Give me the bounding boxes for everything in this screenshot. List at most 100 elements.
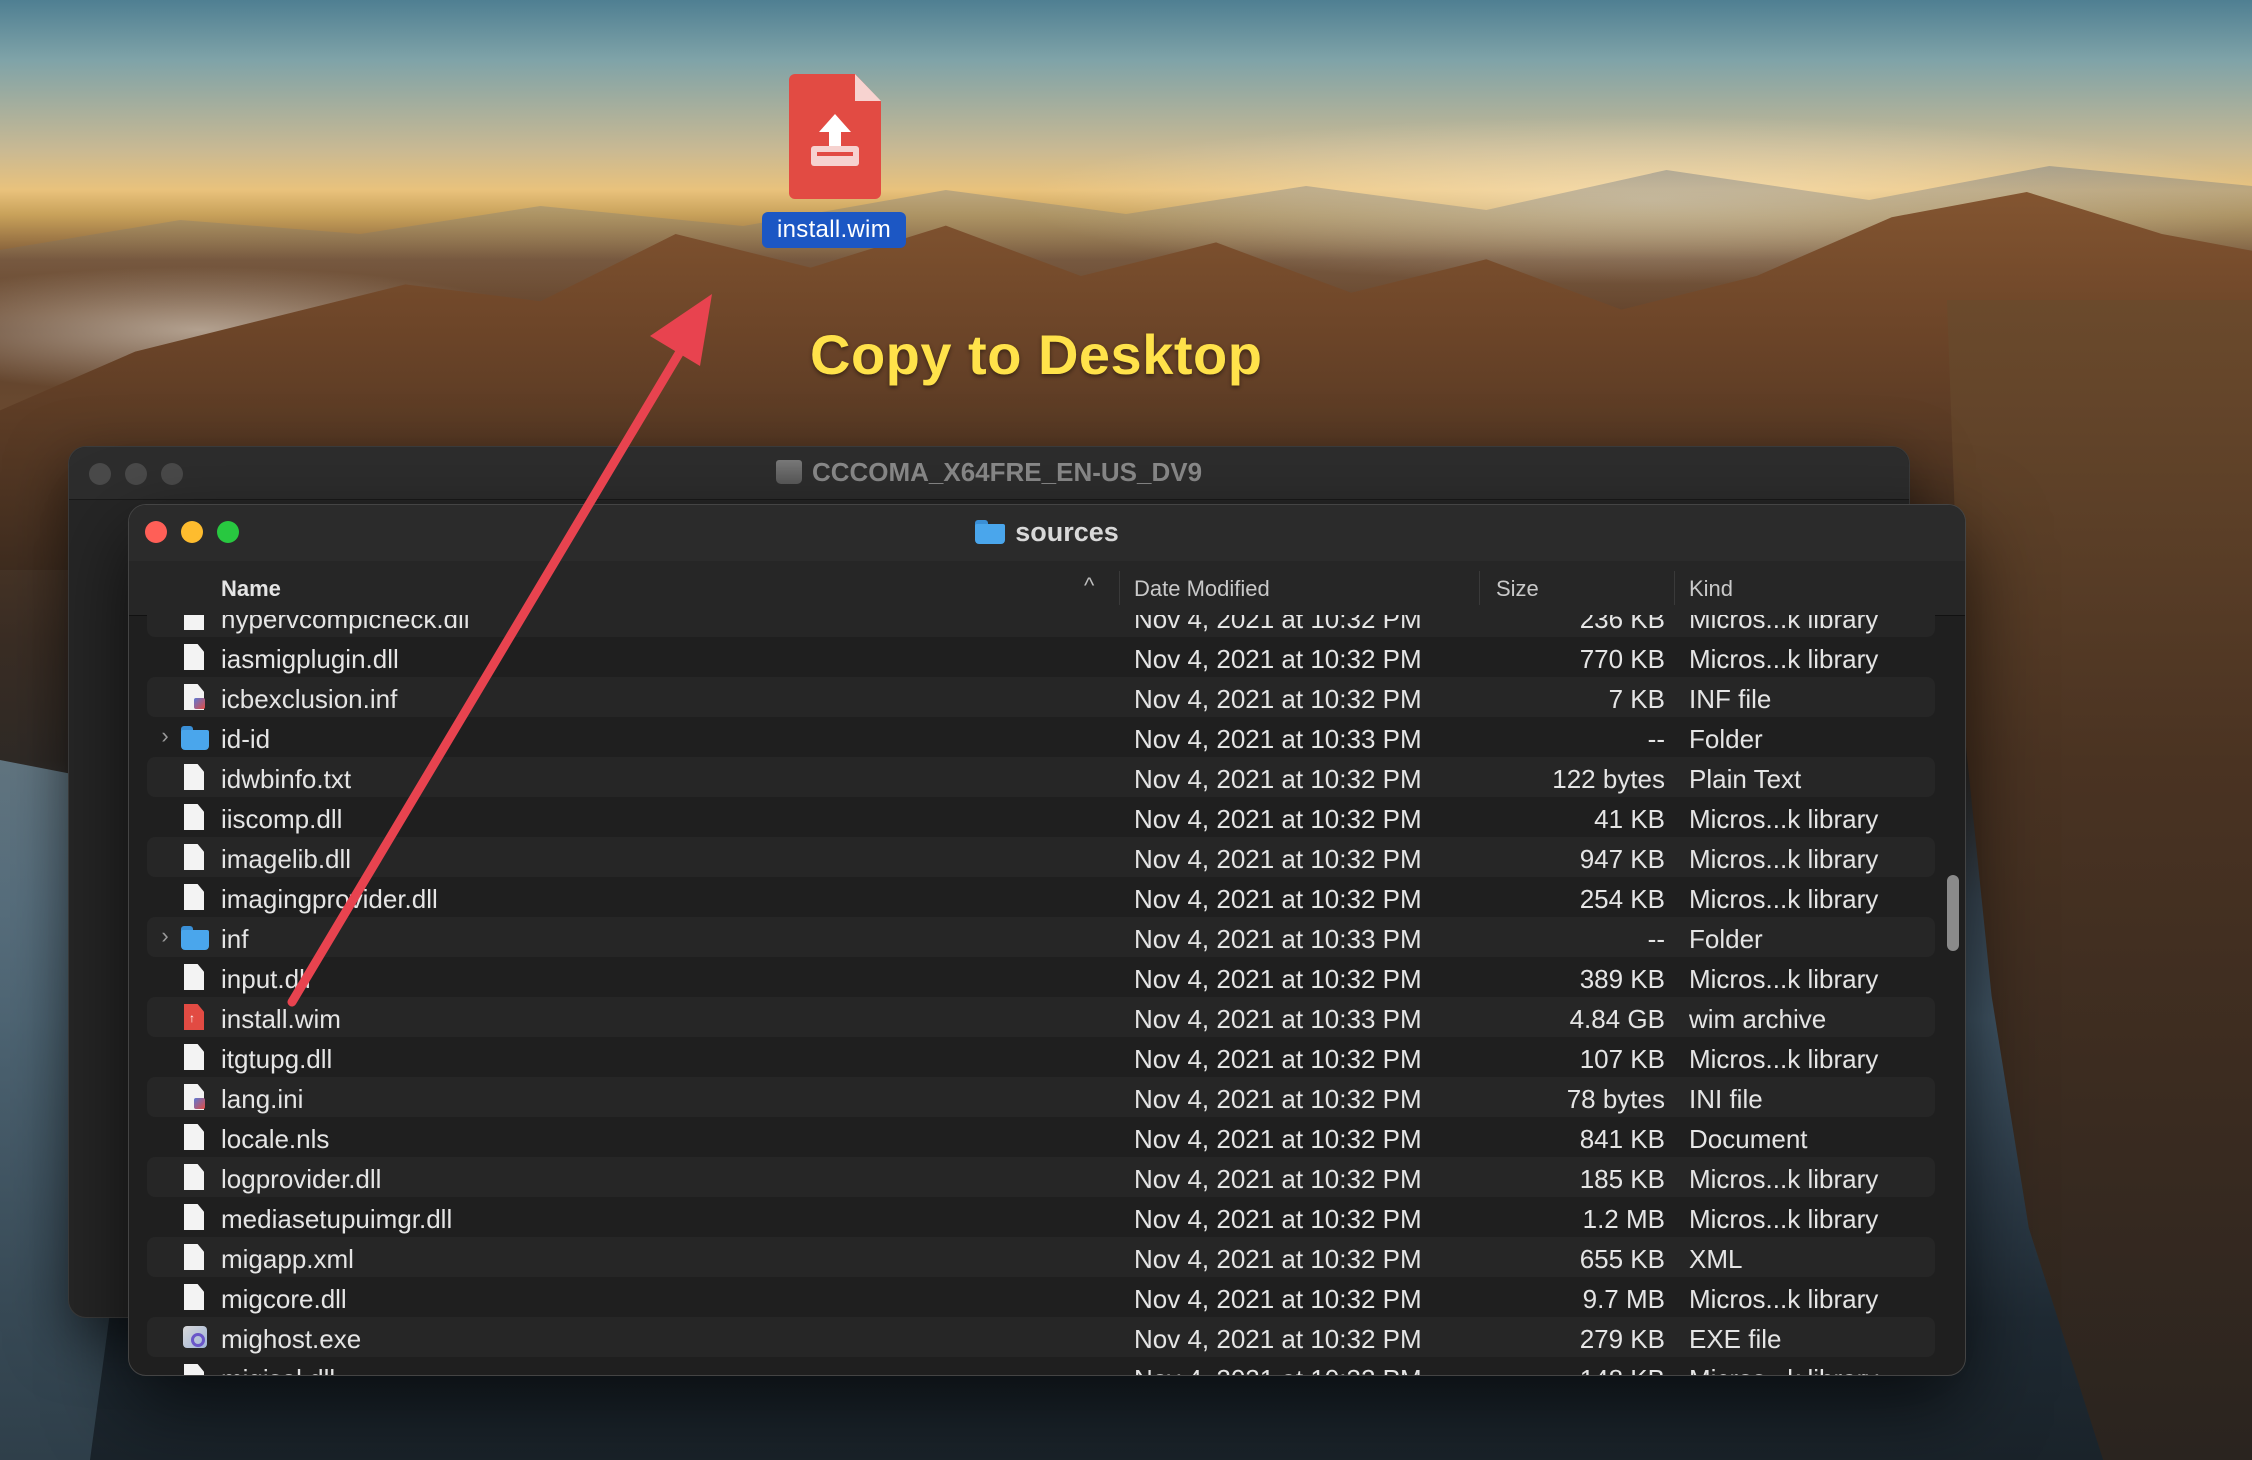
titlebar[interactable]: sources: [129, 505, 1965, 562]
document-icon: [181, 1244, 207, 1272]
file-list[interactable]: hypervcomplcheck.dll Nov 4, 2021 at 10:32…: [129, 615, 1935, 1375]
disclosure-triangle-icon[interactable]: ›: [155, 724, 175, 748]
row-background: [147, 1317, 1935, 1357]
document-icon: [181, 844, 207, 872]
row-background: [147, 1357, 1935, 1375]
file-row[interactable]: › id-id Nov 4, 2021 at 10:33 PM -- Folder: [129, 717, 1935, 757]
desktop-file-label[interactable]: install.wim: [762, 212, 906, 248]
column-divider[interactable]: [1119, 571, 1120, 605]
file-kind: INI file: [1689, 1084, 1763, 1114]
date-modified: Nov 4, 2021 at 10:32 PM: [1134, 1324, 1422, 1354]
row-background: [147, 997, 1935, 1037]
row-background: [147, 717, 1935, 757]
file-name: mediasetupuimgr.dll: [221, 1204, 453, 1234]
document-icon: [181, 644, 207, 672]
file-row[interactable]: iasmigplugin.dll Nov 4, 2021 at 10:32 PM 7…: [129, 637, 1935, 677]
column-date-modified[interactable]: Date Modified: [1134, 576, 1270, 602]
column-divider[interactable]: [1479, 571, 1480, 605]
file-kind: Micros...k library: [1689, 1204, 1879, 1234]
folder-icon: [181, 926, 209, 954]
file-name: hypervcomplcheck.dll: [221, 615, 470, 634]
install-box-icon: [811, 114, 859, 166]
date-modified: Nov 4, 2021 at 10:33 PM: [1134, 924, 1422, 954]
file-row[interactable]: migcore.dll Nov 4, 2021 at 10:32 PM 9.7 MB…: [129, 1277, 1935, 1317]
column-size[interactable]: Size: [1496, 576, 1539, 602]
date-modified: Nov 4, 2021 at 10:32 PM: [1134, 1284, 1422, 1314]
file-row[interactable]: imagelib.dll Nov 4, 2021 at 10:32 PM 947 K…: [129, 837, 1935, 877]
file-size: 41 KB: [1594, 804, 1665, 834]
file-row[interactable]: lang.ini Nov 4, 2021 at 10:32 PM 78 bytes I…: [129, 1077, 1935, 1117]
document-icon: [181, 1044, 207, 1072]
file-name: icbexclusion.inf: [221, 684, 398, 714]
folder-name: sources: [1015, 517, 1119, 547]
file-kind: Folder: [1689, 724, 1763, 754]
file-kind: Micros...k library: [1689, 804, 1879, 834]
drive-name: CCCOMA_X64FRE_EN-US_DV9: [811, 457, 1203, 487]
file-name: mighost.exe: [221, 1324, 362, 1354]
file-row[interactable]: mediasetupuimgr.dll Nov 4, 2021 at 10:32 …: [129, 1197, 1935, 1237]
titlebar[interactable]: CCCOMA_X64FRE_EN-US_DV9: [69, 447, 1909, 500]
file-row[interactable]: itgtupg.dll Nov 4, 2021 at 10:32 PM 107 KB…: [129, 1037, 1935, 1077]
column-name[interactable]: Name: [221, 576, 281, 602]
folder-icon: [975, 520, 1006, 544]
row-background: [147, 957, 1935, 997]
file-size: 9.7 MB: [1582, 1284, 1665, 1314]
row-background: [147, 677, 1935, 717]
file-row[interactable]: input.dll Nov 4, 2021 at 10:32 PM 389 KB Mi…: [129, 957, 1935, 997]
file-size: 389 KB: [1579, 964, 1665, 994]
file-row[interactable]: locale.nls Nov 4, 2021 at 10:32 PM 841 KB D…: [129, 1117, 1935, 1157]
file-row[interactable]: logprovider.dll Nov 4, 2021 at 10:32 PM 18…: [129, 1157, 1935, 1197]
file-kind: Micros...k library: [1689, 615, 1879, 634]
file-row[interactable]: mighost.exe Nov 4, 2021 at 10:32 PM 279 KB…: [129, 1317, 1935, 1357]
config-file-icon: [181, 1084, 207, 1112]
vertical-scrollbar[interactable]: [1947, 875, 1959, 951]
file-row[interactable]: iiscomp.dll Nov 4, 2021 at 10:32 PM 41 KB M…: [129, 797, 1935, 837]
file-kind: Micros...k library: [1689, 1284, 1879, 1314]
column-header: Name ^ Date Modified Size Kind: [129, 561, 1965, 616]
file-row[interactable]: icbexclusion.inf Nov 4, 2021 at 10:32 PM 7…: [129, 677, 1935, 717]
column-divider[interactable]: [1674, 571, 1675, 605]
file-row[interactable]: hypervcomplcheck.dll Nov 4, 2021 at 10:32…: [129, 615, 1935, 637]
row-background: [147, 1077, 1935, 1117]
file-kind: Micros...k library: [1689, 1044, 1879, 1074]
file-name: idwbinfo.txt: [221, 764, 352, 794]
column-kind[interactable]: Kind: [1689, 576, 1733, 602]
folder-icon: [181, 726, 209, 754]
document-icon: [181, 1364, 207, 1375]
file-row[interactable]: ↑ install.wim Nov 4, 2021 at 10:33 PM 4.84 …: [129, 997, 1935, 1037]
file-name: lang.ini: [221, 1084, 304, 1114]
finder-window-sources[interactable]: sources Name ^ Date Modified Size Kind h…: [128, 504, 1966, 1376]
file-size: --: [1647, 924, 1665, 954]
file-name: imagingprovider.dll: [221, 884, 438, 914]
row-background: [147, 1157, 1935, 1197]
copy-annotation: Copy to Desktop: [810, 323, 1263, 386]
file-size: 279 KB: [1579, 1324, 1665, 1354]
sort-ascending-icon[interactable]: ^: [1084, 573, 1094, 599]
date-modified: Nov 4, 2021 at 10:32 PM: [1134, 644, 1422, 674]
file-kind: wim archive: [1689, 1004, 1827, 1034]
row-background: [147, 1117, 1935, 1157]
file-row[interactable]: imagingprovider.dll Nov 4, 2021 at 10:32 …: [129, 877, 1935, 917]
file-name: iiscomp.dll: [221, 804, 343, 834]
file-row[interactable]: migisol.dll Nov 4, 2021 at 10:32 PM148 KB…: [129, 1357, 1935, 1375]
file-size: 841 KB: [1579, 1124, 1665, 1154]
file-row[interactable]: › inf Nov 4, 2021 at 10:33 PM -- Folder: [129, 917, 1935, 957]
file-kind: Micros...k library: [1689, 844, 1879, 874]
executable-icon: [181, 1324, 207, 1352]
disclosure-triangle-icon[interactable]: ›: [155, 924, 175, 948]
file-row[interactable]: idwbinfo.txt Nov 4, 2021 at 10:32 PM 122 b…: [129, 757, 1935, 797]
file-size: 107 KB: [1579, 1044, 1665, 1074]
document-icon: [181, 1284, 207, 1312]
document-icon: [181, 764, 207, 792]
file-size: --: [1647, 724, 1665, 754]
file-kind: Micros...k library: [1689, 964, 1879, 994]
desktop-file-install-wim[interactable]: install.wim: [762, 74, 906, 252]
file-name: locale.nls: [221, 1124, 330, 1154]
wim-archive-icon: ↑: [181, 1004, 207, 1032]
row-background: [147, 797, 1935, 837]
file-row[interactable]: migapp.xml Nov 4, 2021 at 10:32 PM 655 KB X…: [129, 1237, 1935, 1277]
file-name: migcore.dll: [221, 1284, 347, 1314]
row-background: [147, 1277, 1935, 1317]
window-title: CCCOMA_X64FRE_EN-US_DV9: [69, 457, 1909, 488]
document-icon: [181, 964, 207, 992]
